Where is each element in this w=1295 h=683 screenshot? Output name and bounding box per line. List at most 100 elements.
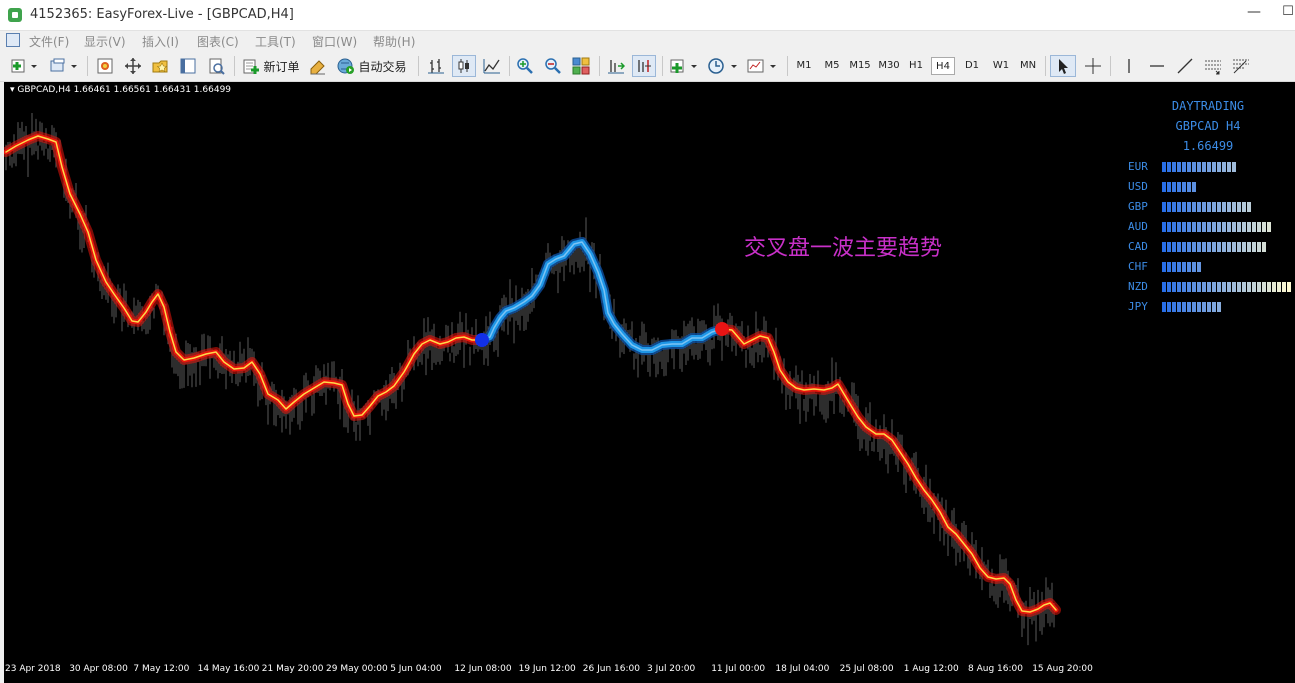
timeframe-m15[interactable]: M15 (846, 57, 874, 75)
x-tick-label: 21 May 20:00 (261, 664, 324, 674)
chart-shift-icon[interactable] (605, 55, 627, 77)
downtrend-line (4, 133, 485, 419)
line-chart-icon[interactable] (481, 55, 503, 77)
currency-code: JPY (1128, 300, 1148, 313)
panel-title: DAYTRADING (1171, 99, 1245, 113)
favorites-icon[interactable] (149, 55, 171, 77)
strength-bar (1162, 242, 1267, 252)
minimize-button[interactable]: — (1244, 4, 1264, 26)
timeframe-w1[interactable]: W1 (989, 57, 1013, 75)
x-tick-label: 14 May 16:00 (197, 664, 260, 674)
currency-code: CHF (1128, 260, 1148, 273)
x-tick-label: 30 Apr 08:00 (69, 664, 128, 674)
x-tick-label: 12 Jun 08:00 (454, 664, 512, 674)
auto-trading-button[interactable]: 自动交易 (334, 55, 410, 77)
new-order-icon (243, 59, 260, 74)
chart-window-icon[interactable] (6, 33, 20, 47)
candlestick-chart-icon[interactable] (452, 55, 476, 77)
currency-strength-list: EUR USD GBP AUD CAD CHF NZD JPY (1124, 160, 1292, 330)
chart-area[interactable]: ▾ GBPCAD,H4 1.66461 1.66561 1.66431 1.66… (4, 82, 1295, 683)
trend-start-marker (475, 333, 489, 347)
strategy-tester-icon[interactable] (205, 55, 227, 77)
menu-view[interactable]: 显示(V) (84, 33, 126, 50)
new-order-label: 新订单 (263, 59, 300, 74)
timeframe-m30[interactable]: M30 (875, 57, 903, 75)
timeframe-mn[interactable]: MN (1016, 57, 1040, 75)
timeframe-m1[interactable]: M1 (792, 57, 816, 75)
strength-bar (1162, 282, 1292, 292)
currency-code: CAD (1128, 240, 1148, 253)
x-tick-label: 29 May 00:00 (326, 664, 388, 674)
currency-code: USD (1128, 180, 1148, 193)
collapse-arrow-icon[interactable]: ▾ (10, 85, 15, 95)
fibonacci-icon[interactable] (1230, 55, 1252, 77)
strength-bar (1162, 182, 1197, 192)
vertical-line-icon[interactable] (1118, 55, 1140, 77)
timeframe-m5[interactable]: M5 (820, 57, 844, 75)
trendline-icon[interactable] (1174, 55, 1196, 77)
zoom-out-icon[interactable] (542, 55, 564, 77)
menu-file[interactable]: 文件(F) (29, 33, 69, 50)
x-tick-label: 26 Jun 16:00 (582, 664, 640, 674)
templates-button[interactable] (745, 55, 781, 77)
window-title: 4152365: EasyForex-Live - [GBPCAD,H4] (30, 7, 294, 22)
menu-help[interactable]: 帮助(H) (373, 33, 415, 50)
x-tick-label: 8 Aug 16:00 (968, 664, 1023, 674)
x-tick-label: 15 Aug 20:00 (1032, 664, 1093, 674)
timeframe-h4[interactable]: H4 (931, 57, 955, 75)
new-chart-button[interactable] (8, 55, 42, 77)
currency-code: NZD (1128, 280, 1148, 293)
panel-price: 1.66499 (1182, 139, 1234, 153)
strength-bar (1162, 302, 1222, 312)
currency-code: EUR (1128, 160, 1148, 173)
downtrend-glow (4, 131, 487, 421)
tile-windows-icon[interactable] (570, 55, 592, 77)
profiles-button[interactable] (46, 55, 82, 77)
auto-trading-icon (337, 58, 355, 74)
x-tick-label: 7 May 12:00 (133, 664, 190, 674)
new-order-button[interactable]: 新订单 (240, 55, 302, 77)
menu-window[interactable]: 窗口(W) (312, 33, 357, 50)
market-watch-icon[interactable] (94, 55, 116, 77)
x-tick-label: 23 Apr 2018 (5, 664, 61, 674)
strength-bar (1162, 262, 1202, 272)
price-chart (4, 113, 1061, 646)
auto-trading-label: 自动交易 (358, 59, 407, 74)
x-tick-label: 19 Jun 12:00 (518, 664, 576, 674)
symbol-info: ▾ GBPCAD,H4 1.66461 1.66561 1.66431 1.66… (10, 85, 231, 95)
menu-tools[interactable]: 工具(T) (255, 33, 296, 50)
trend-end-marker (715, 322, 729, 336)
menu-bar: 文件(F) 显示(V) 插入(I) 图表(C) 工具(T) 窗口(W) 帮助(H… (0, 31, 1295, 51)
x-tick-label: 3 Jul 20:00 (647, 664, 696, 674)
x-tick-label: 1 Aug 12:00 (903, 664, 959, 674)
timeframe-d1[interactable]: D1 (961, 57, 983, 75)
toolbar: 新订单 自动交易 M1 M5 M15 M30 H1 H4 D1 W1 MN (0, 52, 1295, 82)
timeframe-h1[interactable]: H1 (905, 57, 927, 75)
x-tick-label: 5 Jun 04:00 (390, 664, 442, 674)
zoom-in-icon[interactable] (514, 55, 536, 77)
navigator-icon[interactable] (122, 55, 144, 77)
currency-strength-panel: DAYTRADING GBPCAD H4 1.66499 EUR USD GBP AU… (1124, 96, 1292, 330)
symbol-ohlc: GBPCAD,H4 1.66461 1.66561 1.66431 1.6649… (17, 85, 232, 95)
panel-symbol: GBPCAD H4 (1175, 119, 1241, 133)
title-bar: 4152365: EasyForex-Live - [GBPCAD,H4] — … (0, 0, 1295, 31)
currency-code: GBP (1128, 200, 1148, 213)
menu-charts[interactable]: 图表(C) (197, 33, 239, 50)
periods-button[interactable] (706, 55, 742, 77)
equidistant-channel-icon[interactable] (1202, 55, 1224, 77)
bar-chart-icon[interactable] (425, 55, 447, 77)
strength-bar (1162, 202, 1252, 212)
horizontal-line-icon[interactable] (1146, 55, 1168, 77)
currency-code: AUD (1128, 220, 1148, 233)
crosshair-icon[interactable] (1082, 55, 1104, 77)
cursor-icon[interactable] (1050, 55, 1076, 77)
metaeditor-icon[interactable] (306, 55, 330, 77)
data-window-icon[interactable] (177, 55, 199, 77)
indicators-button[interactable] (668, 55, 702, 77)
auto-scroll-icon[interactable] (632, 55, 656, 77)
x-tick-label: 11 Jul 00:00 (711, 664, 766, 674)
maximize-button[interactable]: ☐ (1278, 4, 1295, 26)
strength-bar (1162, 162, 1237, 172)
x-tick-label: 25 Jul 08:00 (839, 664, 894, 674)
menu-insert[interactable]: 插入(I) (142, 33, 179, 50)
